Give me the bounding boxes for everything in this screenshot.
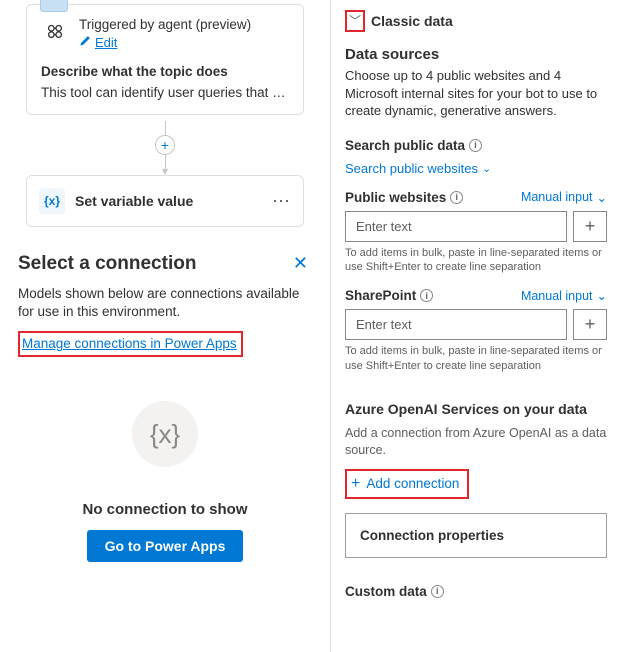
add-connection-label: Add connection [366,476,459,491]
custom-data-heading: Custom data i [345,584,607,599]
chevron-down-icon: ⌄ [597,190,607,205]
highlight-box-add-connection: + Add connection [345,469,469,499]
data-sources-desc: Choose up to 4 public websites and 4 Mic… [345,67,607,120]
info-icon[interactable]: i [469,139,482,152]
custom-data-label: Custom data [345,584,427,599]
sharepoint-input[interactable] [345,309,567,340]
action-title: Set variable value [75,193,262,209]
add-item-button[interactable]: + [573,309,607,340]
search-public-heading: Search public data i [345,138,607,153]
go-to-power-apps-button[interactable]: Go to Power Apps [87,530,244,562]
chevron-down-icon[interactable]: ﹀ [349,14,361,28]
add-item-button[interactable]: + [573,211,607,242]
empty-state-text: No connection to show [83,501,248,518]
highlight-box-chevron: ﹀ [345,10,365,32]
add-node-button[interactable]: + [155,135,175,155]
chevron-down-icon: ⌄ [482,162,491,175]
manual-input-toggle[interactable]: Manual input ⌄ [521,288,607,303]
highlight-box-manage: Manage connections in Power Apps [18,331,243,357]
search-public-websites-link[interactable]: Search public websites ⌄ [345,161,607,176]
sharepoint-heading: SharePoint i [345,288,433,303]
public-websites-heading: Public websites i [345,190,463,205]
info-icon[interactable]: i [450,191,463,204]
manual-input-label: Manual input [521,289,593,303]
edit-link[interactable]: Edit [95,35,117,50]
empty-variable-icon: {x} [132,401,198,467]
close-icon[interactable]: ✕ [289,253,312,274]
collapsed-node-tab[interactable] [40,0,68,12]
classic-data-header: Classic data [371,13,453,29]
info-icon[interactable]: i [431,585,444,598]
agent-icon [41,17,69,45]
trigger-card[interactable]: Triggered by agent (preview) Edit Descri… [26,4,304,115]
connection-properties-label: Connection properties [360,528,504,543]
search-public-link-text: Search public websites [345,161,478,176]
connector-line [165,121,166,135]
select-connection-title: Select a connection [18,253,196,275]
manage-connections-link[interactable]: Manage connections in Power Apps [22,336,237,351]
describe-label: Describe what the topic does [41,64,289,79]
more-menu-icon[interactable]: ⋯ [272,191,291,212]
bulk-hint: To add items in bulk, paste in line-sepa… [345,344,607,373]
describe-value: This tool can identify user queries that… [41,85,289,100]
sharepoint-label: SharePoint [345,288,416,303]
data-sources-heading: Data sources [345,46,607,63]
public-websites-input[interactable] [345,211,567,242]
connection-properties-box[interactable]: Connection properties [345,513,607,558]
public-websites-label: Public websites [345,190,446,205]
info-icon[interactable]: i [420,289,433,302]
azure-openai-heading: Azure OpenAI Services on your data [345,401,607,417]
plus-icon: + [351,475,360,493]
arrow-down-icon: ▾ [162,167,168,175]
manual-input-toggle[interactable]: Manual input ⌄ [521,190,607,205]
search-public-label: Search public data [345,138,465,153]
select-connection-desc: Models shown below are connections avail… [18,285,312,321]
bulk-hint: To add items in bulk, paste in line-sepa… [345,246,607,275]
action-card[interactable]: {x} Set variable value ⋯ [26,175,304,227]
pencil-icon [79,34,91,50]
add-connection-button[interactable]: + Add connection [351,475,459,493]
azure-openai-desc: Add a connection from Azure OpenAI as a … [345,425,607,459]
manual-input-label: Manual input [521,190,593,204]
variable-icon: {x} [39,188,65,214]
trigger-title: Triggered by agent (preview) [79,17,289,32]
chevron-down-icon: ⌄ [597,288,607,303]
